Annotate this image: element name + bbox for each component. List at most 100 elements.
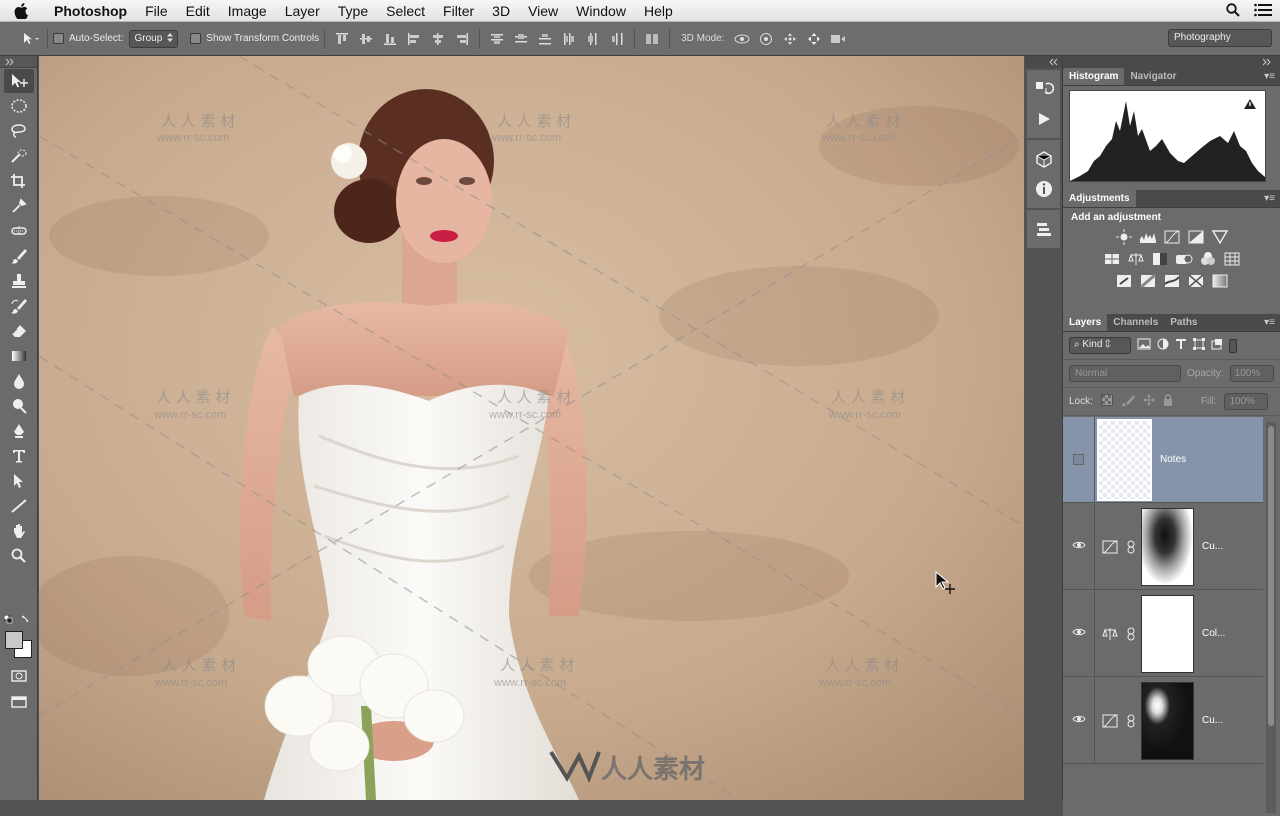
- align-bottom-icon[interactable]: [381, 30, 399, 48]
- line-tool-icon[interactable]: [4, 494, 34, 518]
- hand-tool-icon[interactable]: [4, 519, 34, 543]
- tab-paths[interactable]: Paths: [1164, 314, 1203, 331]
- mask-link-icon[interactable]: [1125, 540, 1137, 554]
- color-balance-icon[interactable]: [1126, 250, 1145, 267]
- path-select-tool-icon[interactable]: [4, 469, 34, 493]
- workspace-switcher[interactable]: Photography: [1168, 29, 1272, 47]
- menu-filter[interactable]: Filter: [434, 3, 483, 19]
- panel-menu-icon[interactable]: ▾≡: [1264, 317, 1275, 328]
- info-panel-icon[interactable]: [1027, 174, 1060, 204]
- layer-row-color-balance[interactable]: Col...: [1063, 590, 1263, 677]
- 3d-slide-icon[interactable]: [805, 30, 823, 48]
- pen-tool-icon[interactable]: [4, 419, 34, 443]
- layer-mask-thumbnail[interactable]: [1141, 507, 1194, 586]
- move-tool-icon[interactable]: [4, 69, 34, 93]
- align-vcenter-icon[interactable]: [357, 30, 375, 48]
- spot-healing-tool-icon[interactable]: [4, 219, 34, 243]
- default-colors-icon[interactable]: [3, 614, 34, 630]
- visibility-toggle[interactable]: [1063, 677, 1095, 764]
- menu-file[interactable]: File: [136, 3, 177, 19]
- menu-layer[interactable]: Layer: [276, 3, 329, 19]
- layer-mask-thumbnail[interactable]: [1141, 594, 1194, 673]
- layer-comps-panel-icon[interactable]: [1027, 214, 1060, 244]
- menu-window[interactable]: Window: [567, 3, 635, 19]
- layer-row-curves-2[interactable]: Cu...: [1063, 677, 1263, 764]
- filter-pixel-icon[interactable]: [1137, 338, 1151, 353]
- menu-image[interactable]: Image: [219, 3, 276, 19]
- quick-select-tool-icon[interactable]: [4, 144, 34, 168]
- color-lookup-icon[interactable]: [1222, 250, 1241, 267]
- 3d-orbit-icon[interactable]: [733, 30, 751, 48]
- notification-list-icon[interactable]: [1254, 3, 1272, 20]
- eye-icon[interactable]: [1071, 714, 1086, 727]
- menu-view[interactable]: View: [519, 3, 567, 19]
- actions-panel-icon[interactable]: [1027, 104, 1060, 134]
- history-brush-tool-icon[interactable]: [4, 294, 34, 318]
- distribute-left-icon[interactable]: [560, 30, 578, 48]
- filter-smart-object-icon[interactable]: [1211, 338, 1223, 353]
- menu-help[interactable]: Help: [635, 3, 682, 19]
- move-tool-preset-icon[interactable]: [21, 30, 39, 48]
- tab-layers[interactable]: Layers: [1063, 314, 1108, 331]
- marquee-tool-icon[interactable]: [4, 94, 34, 118]
- tab-adjustments[interactable]: Adjustments: [1063, 190, 1136, 207]
- panel-menu-icon[interactable]: ▾≡: [1264, 71, 1275, 82]
- eraser-tool-icon[interactable]: [4, 319, 34, 343]
- distribute-vcenter-icon[interactable]: [512, 30, 530, 48]
- opacity-input[interactable]: 100%: [1229, 365, 1274, 382]
- panel-menu-icon[interactable]: ▾≡: [1264, 193, 1275, 204]
- zoom-tool-icon[interactable]: [4, 544, 34, 568]
- distribute-top-icon[interactable]: [488, 30, 506, 48]
- history-panel-icon[interactable]: [1027, 74, 1060, 104]
- eye-icon[interactable]: [1071, 627, 1086, 640]
- screen-mode-icon[interactable]: [4, 690, 34, 714]
- layer-name[interactable]: Cu...: [1202, 715, 1223, 726]
- tab-histogram[interactable]: Histogram: [1063, 68, 1125, 85]
- crop-tool-icon[interactable]: [4, 169, 34, 193]
- dock-collapse-header[interactable]: [1025, 56, 1062, 68]
- dodge-tool-icon[interactable]: [4, 394, 34, 418]
- distribute-hcenter-icon[interactable]: [584, 30, 602, 48]
- hue-saturation-icon[interactable]: [1102, 250, 1121, 267]
- invert-icon[interactable]: [1114, 272, 1133, 289]
- blur-tool-icon[interactable]: [4, 369, 34, 393]
- align-top-icon[interactable]: [333, 30, 351, 48]
- posterize-icon[interactable]: [1138, 272, 1157, 289]
- visibility-empty-icon[interactable]: [1073, 454, 1084, 465]
- brightness-contrast-icon[interactable]: [1114, 228, 1133, 245]
- layer-name[interactable]: Notes: [1160, 454, 1186, 465]
- lock-all-icon[interactable]: [1163, 394, 1173, 409]
- lock-position-icon[interactable]: [1142, 394, 1155, 409]
- lock-transparent-icon[interactable]: [1100, 394, 1113, 409]
- panels-collapse-header[interactable]: [1063, 56, 1280, 68]
- threshold-icon[interactable]: [1162, 272, 1181, 289]
- mask-link-icon[interactable]: [1125, 627, 1137, 641]
- eye-icon[interactable]: [1071, 540, 1086, 553]
- auto-select-checkbox[interactable]: [53, 33, 64, 44]
- tools-panel-header[interactable]: [0, 56, 37, 68]
- gradient-tool-icon[interactable]: [4, 344, 34, 368]
- layer-mask-thumbnail[interactable]: [1141, 681, 1194, 760]
- type-tool-icon[interactable]: [4, 444, 34, 468]
- visibility-toggle[interactable]: [1063, 590, 1095, 677]
- filter-adjustment-icon[interactable]: [1157, 338, 1169, 353]
- filter-toggle-switch[interactable]: [1229, 338, 1237, 353]
- filter-shape-icon[interactable]: [1193, 338, 1205, 353]
- menu-type[interactable]: Type: [329, 3, 377, 19]
- blend-mode-dropdown[interactable]: Normal: [1069, 365, 1181, 382]
- eyedropper-tool-icon[interactable]: [4, 194, 34, 218]
- layer-row-notes[interactable]: Notes: [1063, 416, 1263, 503]
- spotlight-search-icon[interactable]: [1226, 2, 1240, 20]
- menu-edit[interactable]: Edit: [177, 3, 219, 19]
- distribute-bottom-icon[interactable]: [536, 30, 554, 48]
- scrollbar-thumb[interactable]: [1268, 426, 1274, 726]
- document-canvas[interactable]: www.rr-sc.com www.rr-sc.com www.rr-sc.co…: [39, 56, 1024, 800]
- clone-stamp-tool-icon[interactable]: [4, 269, 34, 293]
- layer-name[interactable]: Col...: [1202, 628, 1225, 639]
- photo-filter-icon[interactable]: [1174, 250, 1193, 267]
- tab-navigator[interactable]: Navigator: [1124, 68, 1182, 85]
- menu-3d[interactable]: 3D: [483, 3, 519, 19]
- filter-kind-dropdown[interactable]: ⌕ Kind ⇕: [1069, 337, 1131, 354]
- levels-icon[interactable]: [1138, 228, 1157, 245]
- visibility-toggle-off[interactable]: [1063, 416, 1095, 503]
